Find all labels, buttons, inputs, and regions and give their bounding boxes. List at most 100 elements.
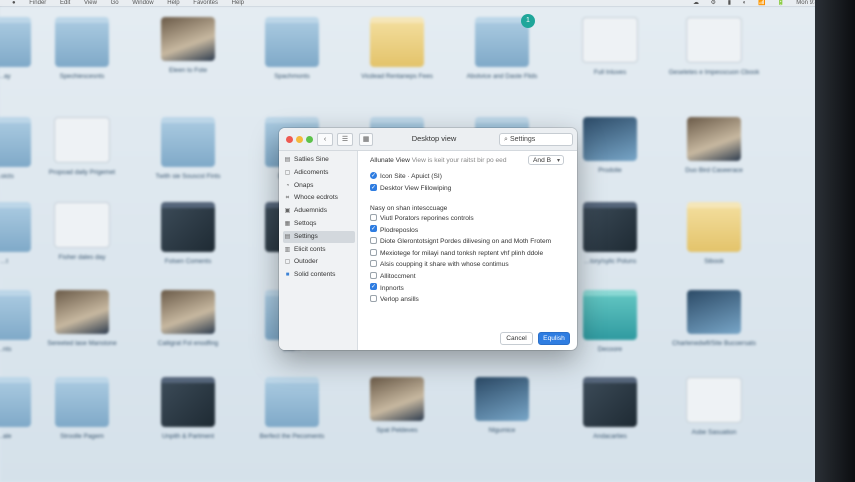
checkbox-unchecked[interactable] <box>370 260 377 268</box>
desktop-item[interactable]: Spechiescesnts <box>30 17 134 81</box>
menu-item-edit[interactable]: Edit <box>60 0 70 6</box>
option-label: Desktor View Flilowiping <box>380 185 452 192</box>
desktop-item[interactable]: Charlenedwfl/Site Bucoersats <box>662 290 766 348</box>
option-row[interactable]: ✓ Plodreposlos <box>370 225 418 235</box>
menu-item-help-2[interactable]: Help <box>232 0 244 6</box>
desktop-item[interactable]: Caliigrat Fol enodfing <box>136 290 240 348</box>
sidebar-item[interactable]: ■ Solid contents <box>283 269 355 281</box>
desktop-item[interactable]: Sibook <box>662 202 766 266</box>
menu-item-go[interactable]: Go <box>111 0 119 6</box>
list-view-icon[interactable]: ☰ <box>337 133 353 146</box>
checkbox-unchecked[interactable] <box>370 248 377 256</box>
desktop-item[interactable]: Eleen to Fote <box>136 17 240 75</box>
option-row[interactable]: Mexiotege for milayi nand tonksh reptent… <box>370 248 543 258</box>
checkbox-unchecked[interactable] <box>370 236 377 244</box>
checkbox-checked[interactable]: ✓ <box>370 225 377 233</box>
desktop-item[interactable]: Duo Bird Caseerace <box>662 117 766 175</box>
desktop-view-dialog: ‹ ☰ ▦ Desktop view ⌕ Settings ▤ Satlies Si… <box>279 128 577 350</box>
desktop-item[interactable]: Stroolle Pagem <box>30 377 134 441</box>
option-row[interactable]: Viutl Porators reporines controls <box>370 213 474 223</box>
desktop-item[interactable]: Unpith & Partment <box>136 377 240 441</box>
desktop-item-label: Sibook <box>704 258 724 265</box>
back-icon[interactable]: ‹ <box>317 133 333 146</box>
sidebar-item[interactable]: ◔ Onaps <box>283 180 355 192</box>
desktop-item[interactable]: Full Inluves <box>558 17 662 77</box>
desktop-item-label: Caliigrat Fol enodfing <box>157 340 219 347</box>
zoom-button[interactable] <box>306 136 313 143</box>
sidebar-item[interactable]: ▢ Outoder <box>283 256 355 268</box>
checkbox-unchecked[interactable] <box>370 271 377 279</box>
search-field[interactable]: ⌕ Settings <box>499 133 573 146</box>
option-row[interactable]: ✓ Inpnorts <box>370 283 404 293</box>
cancel-button[interactable]: Cancel <box>500 332 533 345</box>
checkbox-checked[interactable]: ✓ <box>370 283 377 291</box>
desktop-item-label: Geseletes e Impesscuon Cbook <box>668 69 760 76</box>
file-thumbnail <box>161 17 215 61</box>
apple-icon[interactable]: ● <box>12 0 16 6</box>
option-row[interactable]: Alsis coupping it share with whose conti… <box>370 260 509 269</box>
menu-item-help[interactable]: Help <box>167 0 179 6</box>
checkbox-checked[interactable]: ✓ <box>370 183 377 191</box>
menu-item-finder[interactable]: Finder <box>29 0 46 6</box>
option-row[interactable]: ✓ Icon Site · Apuict (SI) <box>370 171 442 181</box>
file-thumbnail <box>687 117 741 161</box>
notification-badge[interactable]: 1 <box>521 14 535 28</box>
desktop-item[interactable]: Abotvice and Daste Flids <box>450 17 554 81</box>
sidebar-item-icon: ▥ <box>284 246 291 253</box>
folder-icon <box>583 202 637 252</box>
power-icon[interactable]: 🔋 <box>777 0 784 6</box>
sidebar-item[interactable]: ▢ Adicoments <box>283 167 355 179</box>
desktop-item[interactable]: Andacarties <box>558 377 662 441</box>
close-button[interactable] <box>286 136 293 143</box>
monitor-bezel <box>815 0 855 482</box>
sidebar-item[interactable]: ▦ Settoqs <box>283 218 355 230</box>
desktop-item[interactable]: Spat Peldeves <box>345 377 449 435</box>
battery-icon[interactable]: ▮ <box>728 0 731 6</box>
folder-icon <box>687 202 741 252</box>
sidebar-item[interactable]: ▣ Aduemnids <box>283 205 355 217</box>
display-icon[interactable]: ◐ <box>743 0 747 6</box>
desktop-item[interactable]: Folsen Coments <box>136 202 240 266</box>
dialog-main: Allunate View View is keit your raitst b… <box>358 151 577 350</box>
folder-icon <box>265 17 319 67</box>
desktop-item[interactable]: Sereeted lase Manstone <box>30 290 134 348</box>
ok-button[interactable]: Equlish <box>538 332 570 345</box>
sidebar-item[interactable]: ▤ Satlies Sine <box>283 154 355 166</box>
desktop-item[interactable]: Vicdead Rentaneps Fees <box>345 17 449 81</box>
desktop-item[interactable]: Spachmonts <box>240 17 344 81</box>
desktop-item[interactable]: Nlgumice <box>450 377 554 435</box>
option-row[interactable]: Diote Glerontotsignt Pordes dilivesing o… <box>370 236 551 246</box>
wifi-icon[interactable]: 📶 <box>758 0 765 6</box>
option-row[interactable]: Verlop ansills <box>370 294 419 304</box>
desktop-item[interactable]: Fisher dales day <box>30 202 134 262</box>
folder-icon <box>0 117 31 167</box>
sidebar-item-label: Settings <box>294 232 318 240</box>
menu-item-window[interactable]: Window <box>132 0 153 6</box>
checkbox-checked[interactable]: ✓ <box>370 171 377 179</box>
desktop-item[interactable]: Twith sie Souscst Fints <box>136 117 240 181</box>
file-thumbnail <box>687 290 741 334</box>
gear-icon[interactable]: ⚙ <box>711 0 716 6</box>
sidebar-item[interactable]: ▥ Elicit conts <box>283 244 355 256</box>
checkbox-unchecked[interactable] <box>370 294 377 302</box>
option-row[interactable]: ✓ Desktor View Flilowiping <box>370 183 452 193</box>
folder-icon <box>55 17 109 67</box>
desktop-item[interactable]: Berfect the Pecoments <box>240 377 344 441</box>
menu-item-favorites[interactable]: Favorites <box>193 0 218 6</box>
checkbox-unchecked[interactable] <box>370 213 377 221</box>
sidebar-item[interactable]: ⌗ Whoce ecdrots <box>283 192 355 204</box>
desktop-item-label: Spechiescesnts <box>59 73 105 80</box>
cloud-icon[interactable]: ☁ <box>693 0 699 6</box>
view-dropdown[interactable]: And B ▾ <box>528 155 564 165</box>
desktop-item[interactable]: Geseletes e Impesscuon Cbook <box>662 17 766 77</box>
sidebar-item-label: Whoce ecdrots <box>294 194 338 202</box>
search-icon: ⌕ <box>504 136 508 143</box>
desktop-item-label: Fisher dales day <box>58 254 106 261</box>
menu-item-view[interactable]: View <box>84 0 97 6</box>
minimize-button[interactable] <box>296 136 303 143</box>
grid-view-icon[interactable]: ▦ <box>359 133 373 146</box>
sidebar-item[interactable]: ▤ Settings <box>283 230 355 243</box>
desktop-item[interactable]: Propoad daily Prigemet <box>30 117 134 177</box>
desktop-item[interactable]: Asbe Sasuation <box>662 377 766 437</box>
option-row[interactable]: Allitoccment <box>370 271 416 281</box>
